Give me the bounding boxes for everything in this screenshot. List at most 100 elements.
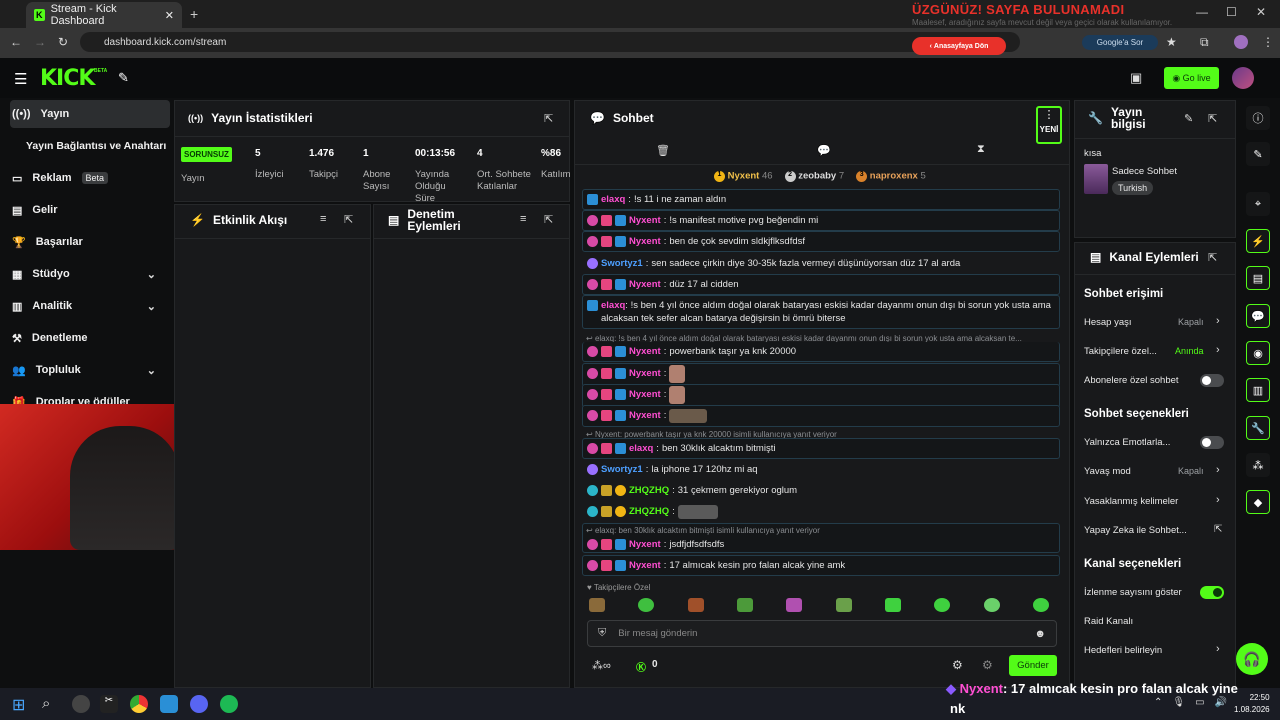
chevron-right-icon[interactable]: › [1216,643,1220,655]
chevron-right-icon[interactable]: › [1216,464,1220,476]
wrench-icon[interactable]: ✎ [118,70,129,86]
chat-message[interactable]: ZHQZHQ: [582,501,1060,523]
info-icon[interactable]: ⓘ [1246,106,1270,130]
chat-message[interactable]: Nyxent: [582,405,1060,427]
emote-icon[interactable] [638,598,655,612]
spotify-app-icon[interactable] [220,695,238,713]
filter-icon[interactable]: ≡ [320,213,326,225]
sidebar-item-studyo[interactable]: ▦ Stüdyo ⌄ [10,260,170,288]
chat-input[interactable]: ⛨ Bir mesaj gönderin ☻ [587,620,1057,647]
chat-message[interactable]: Swortyz1: sen sadece çirkin diye 30-35k f… [582,253,1060,274]
chat-message[interactable]: Nyxent: düz 17 al cidden [582,274,1060,295]
diamond-icon[interactable]: ◆ [1246,490,1270,514]
external-link-icon[interactable]: ⇱ [1214,524,1222,535]
back-icon[interactable]: ← [10,35,22,49]
close-tab-icon[interactable]: ✕ [165,9,174,22]
chevron-right-icon[interactable]: › [1216,344,1220,356]
discord-app-icon[interactable] [190,695,208,713]
emoji-icon[interactable]: ☻ [1034,628,1046,640]
sidebar-item-topluluk[interactable]: 👥 Topluluk ⌄ [10,356,170,384]
chat-options-button[interactable]: ⋮ YENİ [1036,106,1062,144]
chat-username[interactable]: Nyxent [629,409,661,422]
maximize-icon[interactable]: ☐ [1226,5,1237,19]
chat-username[interactable]: Nyxent [629,388,661,401]
server-icon[interactable]: ▥ [1246,378,1270,402]
bookmark-star-icon[interactable]: ★ [1166,35,1177,49]
chat-username[interactable]: ZHQZHQ [629,505,669,518]
sidebar-item-reklam[interactable]: ▭ Reklam Beta [10,164,170,192]
chevron-right-icon[interactable]: › [1216,494,1220,506]
send-button[interactable]: Gönder [1009,655,1057,676]
chat-message[interactable]: Nyxent: !s manifest motive pvg beğendin m… [582,210,1060,231]
chat-message[interactable]: Nyxent: powerbank taşır ya knk 20000 [582,342,1060,362]
address-bar[interactable]: dashboard.kick.com/stream [80,32,1020,52]
search-icon[interactable]: ⌕ [42,695,60,713]
raid-channel-label[interactable]: Raid Kanalı [1084,616,1133,627]
chat-message[interactable]: elaxq: ben 30klık alcaktım bitmişti [582,438,1060,459]
chat-message[interactable]: elaxq: !s ben 4 yıl önce aldım doğal ola… [582,295,1060,329]
emote-icon[interactable] [786,598,803,612]
lightning-icon[interactable]: ⚡ [1246,229,1270,253]
windows-start-icon[interactable]: ⊞ [12,695,30,714]
close-window-icon[interactable]: ✕ [1256,5,1266,19]
screen-preview-icon[interactable]: ▣ [1130,70,1142,86]
filter-icon[interactable]: ≡ [520,213,526,225]
emote-icon[interactable] [983,598,1000,612]
emote-icon[interactable] [736,598,753,612]
extensions-icon[interactable]: ⧉ [1200,35,1209,50]
support-headset-icon[interactable]: 🎧 [1236,643,1268,675]
settings-gear-icon[interactable]: ⚙ [952,658,963,672]
document-icon[interactable]: ▤ [1246,266,1270,290]
clock[interactable]: 22:50 1.08.2026 [1234,692,1270,716]
emote-icon[interactable] [934,598,951,612]
chat-username[interactable]: Swortyz1 [601,463,643,476]
chat-username[interactable]: Nyxent [629,367,661,380]
chevron-right-icon[interactable]: › [1216,315,1220,327]
google-ask-button[interactable]: Google'a Sor [1082,35,1158,50]
kick-logo[interactable]: KICK [40,66,95,91]
new-tab-icon[interactable]: + [190,6,198,22]
popout-icon[interactable]: ⇱ [1208,112,1217,125]
leader-1[interactable]: 1 Nyxent 46 [714,170,773,182]
user-avatar[interactable] [1232,67,1254,89]
chat-username[interactable]: Nyxent [629,235,661,248]
chat-username[interactable]: elaxq [629,442,653,455]
chat-message[interactable]: Nyxent:17 almıcak kesin pro falan alcak … [582,555,1060,576]
sidebar-item-basarilar[interactable]: 🏆 Başarılar [10,228,170,256]
sidebar-item-gelir[interactable]: ▤ Gelir [10,196,170,224]
leader-2[interactable]: 2 zeobaby 7 [784,170,844,182]
focus-icon[interactable]: ⌖ [1246,192,1270,216]
hourglass-icon[interactable]: ⧗ [977,143,985,156]
forward-icon[interactable]: → [34,35,46,49]
sidebar-item-yayin[interactable]: ((•)) Yayın [10,100,170,128]
chat-username[interactable]: Swortyz1 [601,257,643,270]
capcut-app-icon[interactable]: ✂ [100,695,118,713]
chat-bubble-icon[interactable]: 💬 [1246,304,1270,328]
trash-icon[interactable]: 🗑 [656,144,670,157]
popout-icon[interactable]: ⇱ [344,213,353,226]
emote-icon[interactable] [884,598,901,612]
chat-message[interactable]: Nyxent: ben de çok sevdim sldkjflksdfdsf [582,231,1060,252]
chat-username[interactable]: ZHQZHQ [629,484,669,497]
popout-icon[interactable]: ⇱ [544,112,553,125]
game-app-icon[interactable] [160,695,178,713]
chat-bubble-icon[interactable]: 💬 [817,144,831,157]
leader-3[interactable]: 3 naproxenx 5 [856,170,926,182]
popout-icon[interactable]: ⇱ [544,213,553,226]
chat-username[interactable]: elaxq [601,300,625,311]
obs-app-icon[interactable] [72,695,90,713]
browser-tab[interactable]: K Stream - Kick Dashboard ✕ [26,2,182,28]
chat-tools-icon[interactable]: ⁂∞ [592,659,611,672]
chat-username[interactable]: elaxq [601,193,625,206]
chat-message[interactable]: Swortyz1: la iphone 17 120hz mi aq [582,459,1060,480]
edit-pencil-icon[interactable]: ✎ [1184,112,1193,125]
sidebar-item-stream-key[interactable]: Yayın Bağlantısı ve Anahtarı [24,132,184,160]
system-tray[interactable]: ⌃ 🎙 ▭ 🔊 [1154,697,1227,708]
chrome-app-icon[interactable] [130,695,148,713]
chat-username[interactable]: Nyxent [629,345,661,358]
chat-username[interactable]: Nyxent [629,538,661,551]
show-viewers-toggle[interactable] [1200,586,1224,599]
chat-username[interactable]: Nyxent [629,559,661,572]
edit-pencil-icon[interactable]: ✎ [1246,142,1270,166]
tools-icon[interactable]: ⁂ [1246,453,1270,477]
